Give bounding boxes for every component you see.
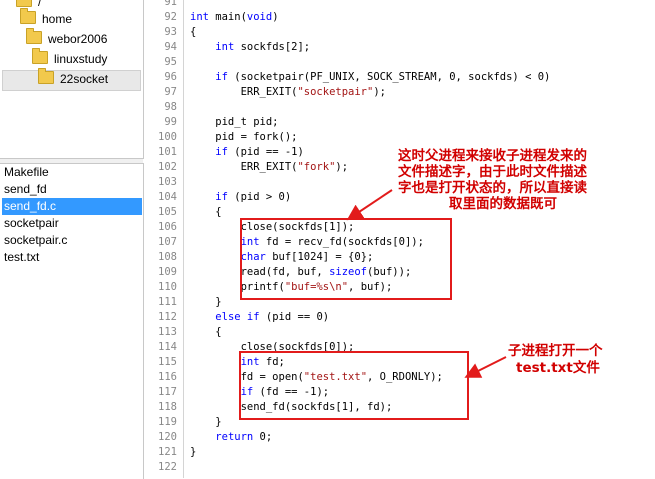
code-line[interactable]: int main(void) (190, 10, 279, 25)
tree-item-home[interactable]: home (20, 8, 72, 29)
code-line[interactable]: if (pid == -1) (190, 145, 304, 160)
line-number: 106 (158, 221, 177, 233)
line-number: 111 (158, 296, 177, 308)
file-item-send-fd[interactable]: send_fd (2, 181, 142, 198)
code-line[interactable]: { (190, 325, 221, 340)
file-list: Makefile send_fd send_fd.c socketpair so… (0, 163, 144, 479)
file-item-test-txt[interactable]: test.txt (2, 249, 142, 266)
code-line[interactable]: } (190, 445, 196, 460)
line-number: 119 (158, 416, 177, 428)
child-code-highlight-box (239, 351, 469, 420)
parent-annotation-line-1: 这时父进程来接收子进程发来的 (398, 148, 587, 164)
code-line[interactable]: return 0; (190, 430, 272, 445)
parent-annotation-line-3: 字也是打开状态的，所以直接读 (398, 180, 587, 196)
code-line[interactable]: if (pid > 0) (190, 190, 291, 205)
line-number: 110 (158, 281, 177, 293)
line-number: 118 (158, 401, 177, 413)
line-number: 96 (164, 71, 177, 83)
tree-item-webor2006[interactable]: webor2006 (26, 28, 107, 49)
line-number: 114 (158, 341, 177, 353)
line-number: 99 (164, 116, 177, 128)
file-item-send-fd-c[interactable]: send_fd.c (2, 198, 142, 215)
line-number: 121 (158, 446, 177, 458)
line-number: 100 (158, 131, 177, 143)
file-item-socketpair[interactable]: socketpair (2, 215, 142, 232)
code-line[interactable]: ERR_EXIT("socketpair"); (190, 85, 386, 100)
code-line[interactable]: } (190, 295, 221, 310)
line-number: 117 (158, 386, 177, 398)
code-line[interactable]: if (socketpair(PF_UNIX, SOCK_STREAM, 0, … (190, 70, 550, 85)
tree-item-linuxstudy[interactable]: linuxstudy (32, 48, 107, 69)
line-number: 95 (164, 56, 177, 68)
code-line[interactable]: int sockfds[2]; (190, 40, 310, 55)
line-number: 98 (164, 101, 177, 113)
folder-icon (26, 28, 42, 44)
code-line[interactable]: pid_t pid; (190, 115, 278, 130)
line-number: 107 (158, 236, 177, 248)
line-number: 116 (158, 371, 177, 383)
folder-icon (16, 0, 32, 7)
line-number: 115 (158, 356, 177, 368)
line-number: 91 (164, 0, 177, 8)
line-number-gutter: 91 92 93 94 95 96 97 98 99 100 101 102 103 104 105 106 1… (145, 0, 184, 478)
line-number: 113 (158, 326, 177, 338)
line-number: 120 (158, 431, 177, 443)
line-number: 102 (158, 161, 177, 173)
child-annotation-line-1: 子进程打开一个 (508, 343, 603, 359)
child-annotation-line-2: test.txt文件 (516, 360, 600, 376)
line-number: 112 (158, 311, 177, 323)
line-number: 94 (164, 41, 177, 53)
folder-open-icon (38, 68, 54, 84)
line-number: 104 (158, 191, 177, 203)
code-line[interactable]: else if (pid == 0) (190, 310, 329, 325)
line-number: 101 (158, 146, 177, 158)
parent-code-highlight-box (240, 218, 452, 300)
folder-icon (20, 8, 36, 24)
file-item-makefile[interactable]: Makefile (2, 164, 142, 181)
folder-tree: / home webor2006 linuxstudy 22socket (0, 0, 144, 159)
code-line[interactable]: ERR_EXIT("fork"); (190, 160, 349, 175)
line-number: 109 (158, 266, 177, 278)
code-line[interactable]: { (190, 25, 196, 40)
line-number: 103 (158, 176, 177, 188)
line-number: 122 (158, 461, 177, 473)
line-number: 105 (158, 206, 177, 218)
code-line[interactable]: } (190, 415, 221, 430)
code-line[interactable]: pid = fork(); (190, 130, 297, 145)
line-number: 92 (164, 11, 177, 23)
line-number: 108 (158, 251, 177, 263)
parent-annotation-line-2: 文件描述字，由于此时文件描述 (398, 164, 587, 180)
code-line[interactable]: { (190, 205, 221, 220)
tree-item-22socket[interactable]: 22socket (38, 68, 108, 89)
file-item-socketpair-c[interactable]: socketpair.c (2, 232, 142, 249)
line-number: 93 (164, 26, 177, 38)
folder-icon (32, 48, 48, 64)
parent-annotation-line-4: 取里面的数据既可 (449, 196, 557, 212)
line-number: 97 (164, 86, 177, 98)
